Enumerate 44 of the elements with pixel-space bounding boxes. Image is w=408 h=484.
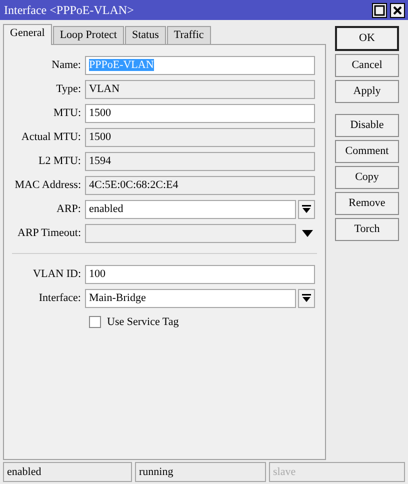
dialog-button[interactable]: Remove [335,192,399,215]
tab[interactable]: Traffic [166,26,211,44]
field-label: Name: [50,58,82,73]
field-label: MAC Address: [14,178,82,193]
checkbox-label: Use Service Tag [107,314,179,330]
field-label: ARP: [56,202,82,217]
status-field: enabled [3,462,132,482]
field-label: L2 MTU: [38,154,82,169]
dialog-button[interactable]: Torch [335,218,399,241]
close-button[interactable] [390,2,405,18]
status-field: running [135,462,266,482]
input-field: 1500 [85,128,315,146]
dialog-button[interactable]: Copy [335,166,399,189]
tab[interactable]: Loop Protect [52,26,124,44]
field-label: Interface: [38,290,82,306]
dropdown-arrow-icon [302,293,311,303]
dropdown-button[interactable] [298,288,315,308]
dropdown-arrow-icon [302,204,311,214]
dialog-button[interactable]: OK [335,26,399,51]
input-field: 4C:5E:0C:68:2C:E4 [85,176,315,194]
status-field: slave [269,462,405,482]
field-label: ARP Timeout: [16,226,82,241]
dialog-button[interactable]: Comment [335,140,399,163]
field-label: Actual MTU: [20,130,82,145]
input-field: VLAN [85,80,315,98]
dialog-button[interactable]: Cancel [335,54,399,77]
dropdown-field[interactable] [85,224,296,242]
dialog-button[interactable]: Apply [335,80,399,103]
dropdown-field[interactable]: Main-Bridge [85,288,296,308]
maximize-button[interactable] [372,2,388,18]
window-title: Interface <PPPoE-VLAN> [4,2,134,19]
checkbox[interactable] [89,316,101,328]
field-label: VLAN ID: [32,266,82,282]
field-label: Type: [55,82,82,97]
input-field[interactable]: 100 [85,264,315,284]
dropdown-field[interactable]: enabled [85,200,296,218]
input-field: 1594 [85,152,315,170]
input-field[interactable]: 1500 [85,104,315,122]
tab[interactable]: General [3,24,52,45]
dialog-button[interactable]: Disable [335,114,399,137]
dropdown-button[interactable] [298,200,315,218]
dropdown-arrow-icon[interactable] [302,230,313,236]
field-label: MTU: [52,106,82,121]
tab[interactable]: Status [124,26,166,44]
